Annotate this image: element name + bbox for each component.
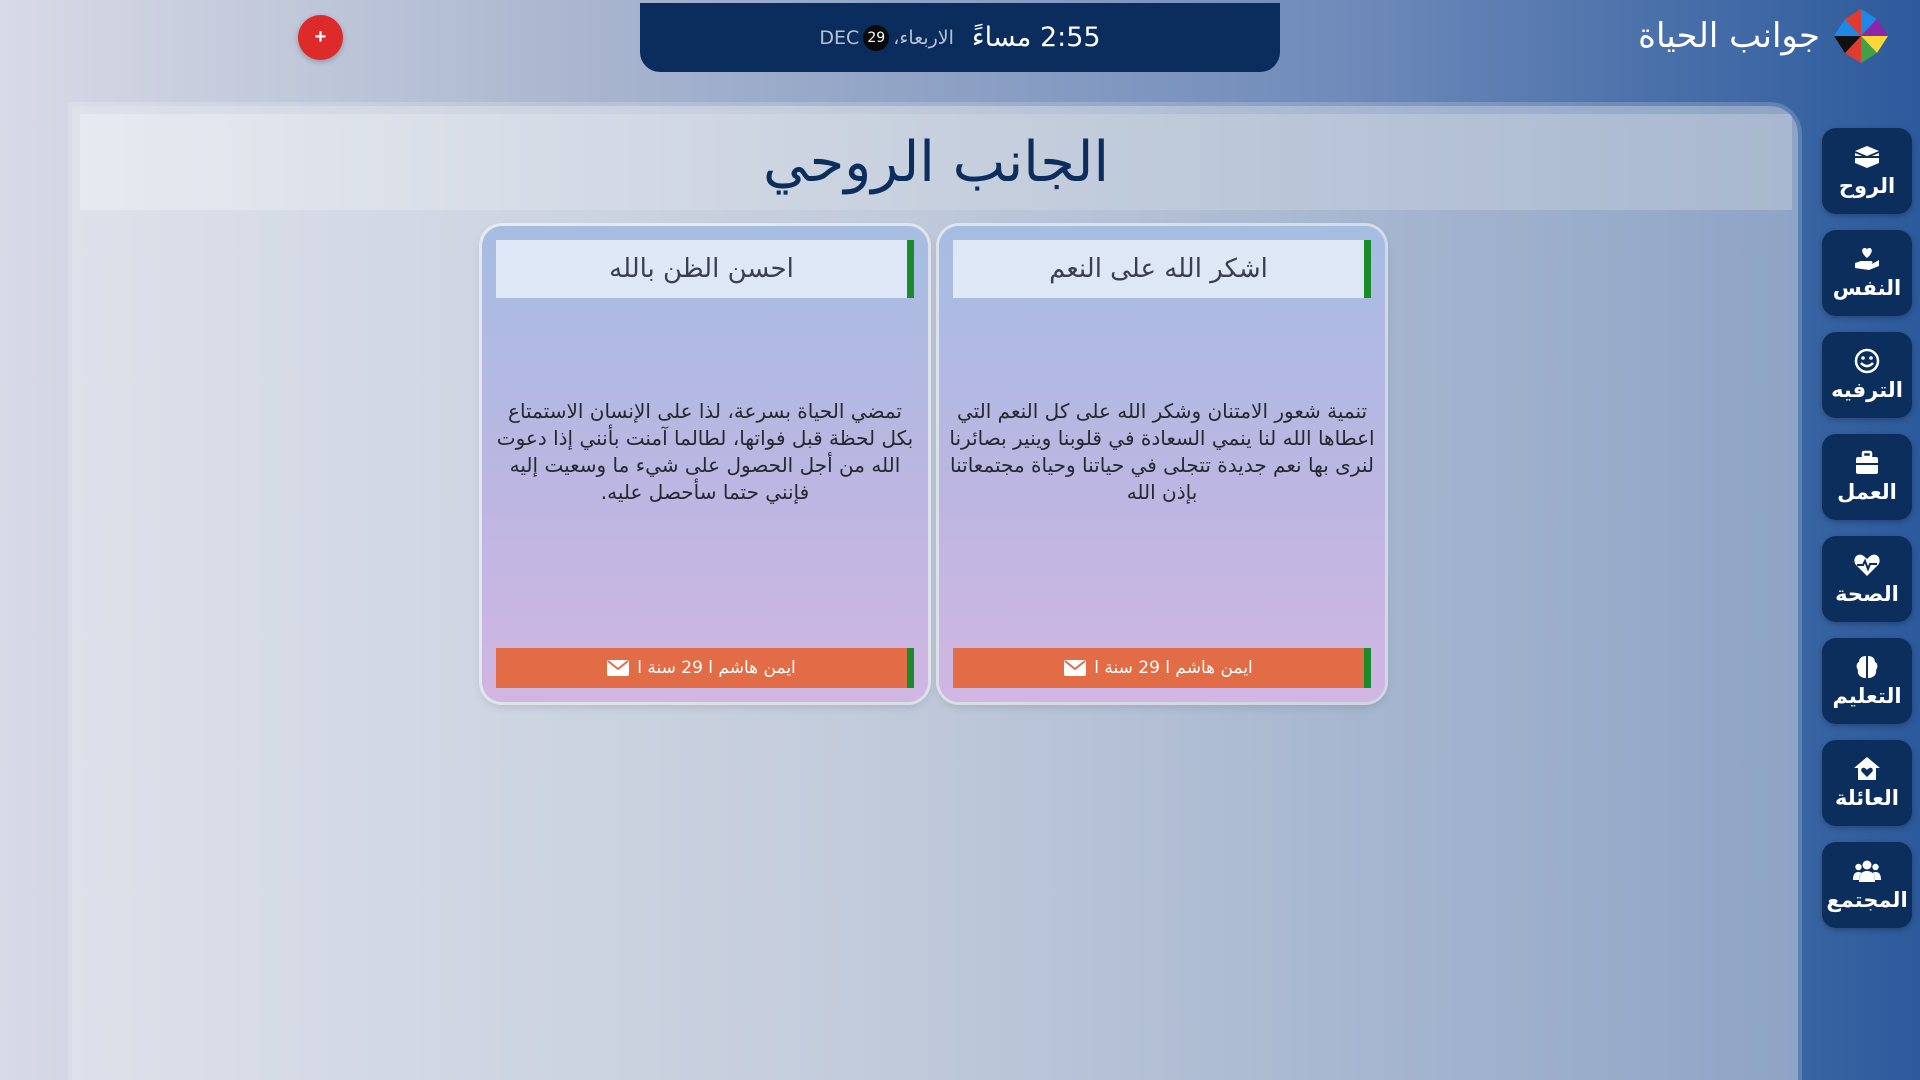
- card-title: احسن الظن بالله: [609, 254, 794, 284]
- sidebar-item-family[interactable]: العائلة: [1822, 740, 1912, 826]
- smile-icon: [1854, 348, 1880, 374]
- sidebar-item-self[interactable]: النفس: [1822, 230, 1912, 316]
- page-title: الجانب الروحي: [762, 129, 1110, 195]
- sidebar-item-community[interactable]: المجتمع: [1822, 842, 1912, 928]
- sidebar-item-label: العمل: [1837, 480, 1897, 504]
- home-heart-icon: [1854, 757, 1880, 780]
- page-header: الجانب الروحي: [80, 114, 1792, 210]
- kaaba-icon: [1855, 146, 1879, 168]
- users-icon: [1853, 860, 1881, 882]
- card-footer[interactable]: ايمن هاشم ا 29 سنة ا: [953, 648, 1371, 688]
- sidebar-item-label: الترفيه: [1831, 378, 1903, 402]
- datetime-banner: 2:55 مساءً الاربعاء، 29 DEC: [640, 3, 1280, 72]
- card-body: تمضي الحياة بسرعة، لذا على الإنسان الاست…: [496, 399, 914, 504]
- clock-day: الاربعاء،: [893, 26, 954, 49]
- sidebar-item-label: العائلة: [1834, 786, 1899, 810]
- card-author: ايمن هاشم ا 29 سنة ا: [637, 658, 796, 678]
- clock-month: DEC: [819, 26, 860, 49]
- sidebar-nav: الروح النفس الترفيه العمل الصحة التعليم …: [1822, 128, 1912, 944]
- sidebar-item-education[interactable]: التعليم: [1822, 638, 1912, 724]
- briefcase-icon: [1856, 450, 1878, 474]
- envelope-icon: [607, 660, 630, 676]
- sidebar-item-label: النفس: [1832, 276, 1902, 300]
- sidebar-item-label: المجتمع: [1826, 888, 1908, 912]
- date-number-badge: 29: [863, 24, 890, 51]
- card-footer[interactable]: ايمن هاشم ا 29 سنة ا: [496, 648, 914, 688]
- clock-time: 2:55 مساءً: [971, 22, 1101, 53]
- sidebar-item-label: الصحة: [1835, 582, 1899, 606]
- app-logo-icon: [1834, 8, 1888, 63]
- post-card[interactable]: اشكر الله على النعم تنمية شعور الامتنان …: [939, 226, 1385, 702]
- hand-heart-icon: [1855, 248, 1879, 270]
- sidebar-item-label: الروح: [1838, 174, 1896, 198]
- sidebar-item-entertainment[interactable]: الترفيه: [1822, 332, 1912, 418]
- app-title: جوانب الحياة: [1638, 15, 1820, 56]
- card-body: تنمية شعور الامتنان وشكر الله على كل الن…: [949, 399, 1375, 504]
- envelope-icon: [1064, 660, 1087, 676]
- card-header: اشكر الله على النعم: [953, 240, 1371, 298]
- clock-date: الاربعاء، 29 DEC: [819, 24, 954, 51]
- main-panel: الجانب الروحي اشكر الله على النعم تنمية …: [72, 106, 1798, 1080]
- sidebar-item-work[interactable]: العمل: [1822, 434, 1912, 520]
- card-header: احسن الظن بالله: [496, 240, 914, 298]
- sidebar-item-label: التعليم: [1832, 684, 1902, 708]
- heartbeat-icon: [1854, 554, 1880, 576]
- brain-icon: [1856, 656, 1878, 678]
- add-button[interactable]: +: [298, 15, 343, 60]
- post-card[interactable]: احسن الظن بالله تمضي الحياة بسرعة، لذا ع…: [482, 226, 928, 702]
- sidebar-item-spirit[interactable]: الروح: [1822, 128, 1912, 214]
- sidebar-item-health[interactable]: الصحة: [1822, 536, 1912, 622]
- card-author: ايمن هاشم ا 29 سنة ا: [1094, 658, 1253, 678]
- card-title: اشكر الله على النعم: [1049, 254, 1268, 284]
- app-brand[interactable]: جوانب الحياة: [1638, 8, 1890, 63]
